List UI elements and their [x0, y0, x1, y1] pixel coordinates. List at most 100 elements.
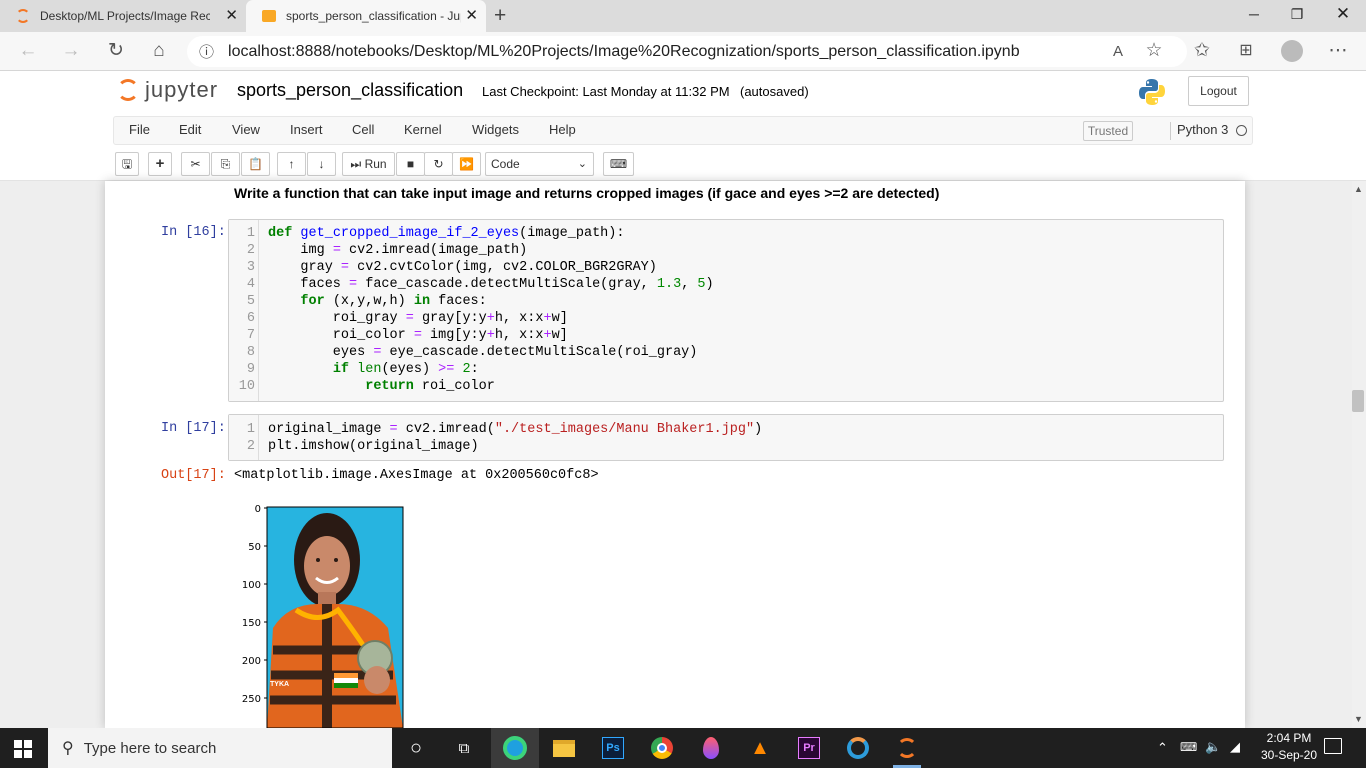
scroll-up-icon[interactable]: ▲ — [1354, 184, 1363, 194]
code-text: for (x,y,w,h) in faces: — [300, 294, 487, 309]
chrome-icon[interactable] — [646, 732, 678, 764]
notebook-name[interactable]: sports_person_classification — [237, 80, 463, 101]
file-explorer-icon[interactable] — [548, 732, 580, 764]
imshow-plot: TYKA 0 50 100 150 200 250 — [242, 504, 404, 728]
read-aloud-icon[interactable]: A — [1106, 41, 1130, 63]
home-icon[interactable]: ⌂ — [147, 40, 171, 62]
cell-type-select[interactable]: Code ⌄ — [485, 152, 594, 176]
volume-icon[interactable]: 🔈 — [1205, 739, 1221, 755]
line-number: 7 — [246, 328, 255, 343]
menu-help[interactable]: Help — [549, 122, 576, 137]
forward-icon[interactable]: → — [59, 40, 83, 62]
code-line: 4 faces = face_cascade.detectMultiScale(… — [229, 276, 1189, 293]
code-cell-editor[interactable]: 1 original_image = cv2.imread("./test_ima… — [228, 414, 1224, 461]
interrupt-button[interactable]: ■ — [396, 152, 425, 176]
favorite-star-icon[interactable]: ☆ — [1142, 40, 1166, 62]
edge-browser-icon[interactable] — [499, 732, 531, 764]
refresh-icon[interactable]: ↻ — [104, 40, 128, 62]
code-text: plt.imshow(original_image) — [268, 439, 479, 454]
move-up-button[interactable]: ↑ — [277, 152, 306, 176]
restart-icon: ↻ — [433, 157, 444, 171]
logout-button[interactable]: Logout — [1188, 76, 1249, 106]
code-text: eyes = eye_cascade.detectMultiScale(roi_… — [268, 345, 698, 360]
clock-time: 2:04 PM — [1266, 731, 1312, 745]
windows-start-icon[interactable] — [14, 740, 32, 758]
arrow-up-icon: ↑ — [288, 157, 295, 171]
restore-icon[interactable]: ❐ — [1282, 6, 1312, 23]
line-number: 4 — [246, 277, 255, 292]
code-text: def get_cropped_image_if_2_eyes(image_pa… — [268, 226, 625, 241]
photoshop-icon[interactable]: Ps — [597, 732, 629, 764]
move-down-button[interactable]: ↓ — [307, 152, 336, 176]
menu-widgets[interactable]: Widgets — [472, 122, 519, 137]
menu-file[interactable]: File — [129, 122, 150, 137]
profile-avatar[interactable] — [1281, 40, 1303, 62]
copy-button[interactable]: ⎘ — [211, 152, 240, 176]
taskbar-search-box[interactable]: ⚲ Type here to search — [48, 728, 392, 768]
close-window-icon[interactable]: ✕ — [1328, 4, 1358, 24]
code-line: 7 roi_color = img[y:y+h, x:x+w] — [229, 327, 1189, 344]
vlc-icon[interactable]: ▲ — [744, 732, 776, 764]
menu-edit[interactable]: Edit — [179, 122, 201, 137]
python-logo-icon — [1139, 79, 1165, 105]
tray-chevron-up-icon[interactable]: ⌃ — [1157, 740, 1168, 756]
settings-app-icon[interactable] — [842, 732, 874, 764]
line-number: 2 — [246, 439, 255, 454]
line-number: 1 — [246, 422, 255, 437]
paint-3d-icon[interactable] — [695, 732, 727, 764]
url-field[interactable]: ⓘ localhost:8888/notebooks/Desktop/ML%20… — [187, 36, 1187, 67]
input-method-icon[interactable]: ⌨ — [1180, 740, 1197, 754]
jupyter-logo-text: jupyter — [145, 77, 219, 102]
vertical-scrollbar[interactable] — [1352, 181, 1366, 728]
restart-run-all-button[interactable]: ⏩ — [452, 152, 481, 176]
favorites-list-icon[interactable]: ✩ — [1190, 40, 1214, 62]
run-button[interactable]: ⏭ Run — [342, 152, 395, 176]
restart-button[interactable]: ↻ — [424, 152, 453, 176]
scrollbar-thumb[interactable] — [1352, 390, 1364, 412]
code-text: original_image = cv2.imread("./test_imag… — [268, 422, 763, 437]
scroll-down-icon[interactable]: ▼ — [1354, 714, 1363, 724]
search-icon: ⚲ — [62, 740, 74, 757]
tab-file-browser[interactable]: Desktop/ML Projects/Image Rec ✕ — [0, 0, 246, 32]
back-icon[interactable]: ← — [16, 40, 40, 62]
code-line: 2 plt.imshow(original_image) — [229, 438, 1189, 455]
line-number: 8 — [246, 345, 255, 360]
code-line: 2 img = cv2.imread(image_path) — [229, 242, 1189, 259]
premiere-pro-icon[interactable]: Pr — [793, 732, 825, 764]
insert-cell-button[interactable]: + — [148, 152, 172, 176]
cortana-icon[interactable]: ○ — [400, 732, 432, 764]
menu-insert[interactable]: Insert — [290, 122, 323, 137]
markdown-cell-text[interactable]: Write a function that can take input ima… — [234, 185, 939, 201]
paste-button[interactable]: 📋 — [241, 152, 270, 176]
menu-view[interactable]: View — [232, 122, 260, 137]
minimize-icon[interactable]: ─ — [1239, 6, 1269, 22]
command-palette-button[interactable]: ⌨ — [603, 152, 634, 176]
code-text: img = cv2.imread(image_path) — [268, 243, 528, 258]
badge-text: TYKA — [270, 681, 289, 688]
collections-icon[interactable]: ⊞ — [1234, 40, 1258, 62]
task-view-icon[interactable]: ⧉ — [448, 732, 480, 764]
menu-cell[interactable]: Cell — [352, 122, 374, 137]
menubar — [113, 116, 1253, 145]
cut-button[interactable]: ✂ — [181, 152, 210, 176]
tab-notebook[interactable]: sports_person_classification - Jup ✕ — [246, 0, 486, 32]
trusted-badge[interactable]: Trusted — [1083, 121, 1133, 141]
save-button[interactable]: 🖫 — [115, 152, 139, 176]
more-menu-icon[interactable]: ⋯ — [1326, 40, 1350, 62]
notifications-icon[interactable] — [1324, 738, 1342, 754]
jupyter-app-icon[interactable] — [891, 732, 923, 764]
code-text: if len(eyes) >= 2: — [332, 362, 479, 377]
jupyter-logo[interactable]: jupyter — [117, 77, 218, 103]
taskbar-clock[interactable]: 2:04 PM 30-Sep-20 — [1254, 730, 1324, 764]
close-tab-icon[interactable]: ✕ — [225, 8, 238, 24]
code-cell-editor[interactable]: 1 def get_cropped_image_if_2_eyes(image_p… — [228, 219, 1224, 402]
info-icon: ⓘ — [199, 44, 215, 61]
close-tab-icon[interactable]: ✕ — [465, 8, 478, 24]
new-tab-icon[interactable]: + — [494, 4, 506, 28]
code-line: 1 original_image = cv2.imread("./test_ima… — [229, 421, 1189, 438]
tab-title: sports_person_classification - Jup — [286, 9, 461, 23]
wifi-icon[interactable]: ◢ — [1230, 739, 1240, 755]
menu-kernel[interactable]: Kernel — [404, 122, 442, 137]
step-forward-icon: ⏭ — [350, 157, 362, 171]
code-text: roi_gray = gray[y:y+h, x:x+w] — [268, 311, 568, 326]
